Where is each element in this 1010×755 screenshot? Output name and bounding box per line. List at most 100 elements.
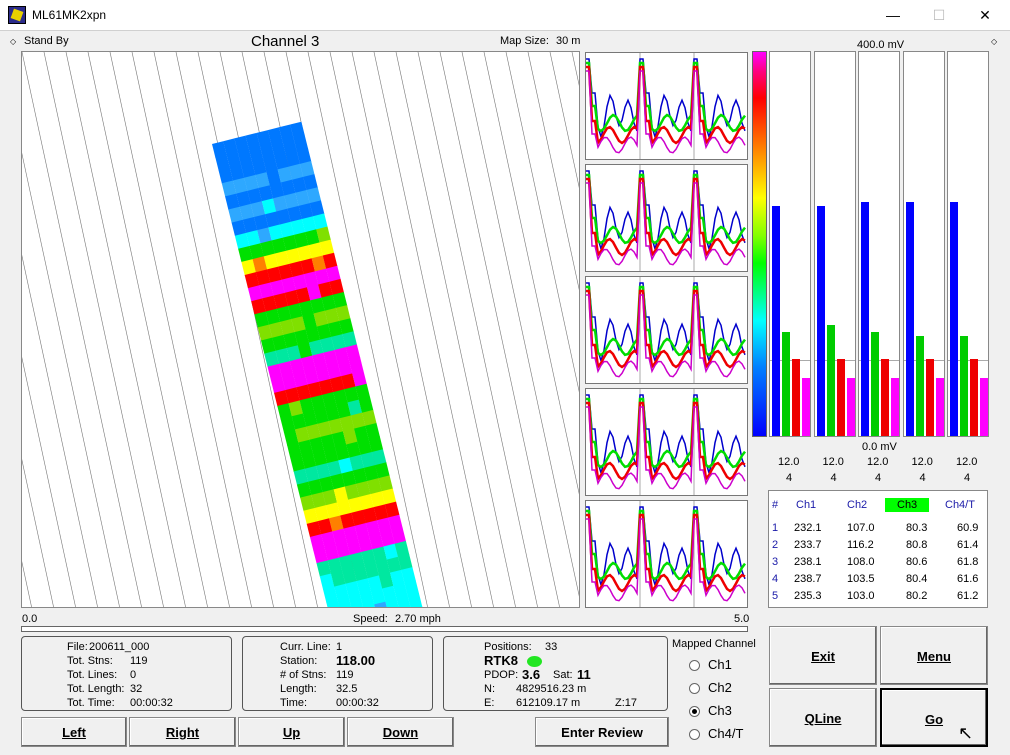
tot-time-label: Tot. Time: (67, 697, 115, 709)
positions-label: Positions: (484, 641, 532, 653)
left-button[interactable]: Left (21, 717, 127, 747)
color-scale-bar (752, 51, 767, 437)
bar-count-label: 4 (919, 472, 926, 484)
channel-bar (891, 378, 899, 436)
channel-bar (816, 206, 825, 436)
down-button[interactable]: Down (347, 717, 454, 747)
table-header: Ch3 (885, 498, 930, 512)
enter-review-label: Enter Review (561, 725, 643, 740)
curr-line-label: Curr. Line: (280, 641, 331, 653)
table-cell: 80.4 (906, 573, 928, 585)
map-grid-line (43, 52, 164, 607)
channel-bar (980, 378, 988, 436)
e-label: E: (484, 697, 495, 709)
waveform-plot (585, 388, 748, 496)
mouse-cursor-icon: ↖ (958, 723, 974, 743)
table-cell: 61.8 (957, 556, 979, 568)
corner-marker-icon: ◇ (991, 37, 998, 46)
tot-time-value: 00:00:32 (130, 697, 173, 709)
map-canvas[interactable] (21, 51, 580, 608)
table-cell: 108.0 (847, 556, 875, 568)
tot-length-label: Tot. Length: (67, 683, 125, 695)
mapped-channel-radio[interactable] (689, 729, 700, 740)
curr-line-value: 1 (336, 641, 343, 653)
corner-marker-icon: ◇ (10, 37, 17, 46)
time-label: Time: (280, 697, 308, 709)
mapped-channel-option[interactable]: Ch3 (708, 703, 732, 718)
scale-left: 0.0 (22, 613, 38, 625)
tot-lines-value: 0 (130, 669, 137, 681)
menu-button-label: Menu (917, 649, 951, 664)
up-button-label: Up (282, 725, 301, 740)
mapped-channel-radio[interactable] (689, 706, 700, 717)
table-cell: 61.2 (957, 590, 979, 602)
channel-bar (915, 336, 924, 436)
channel-bar (950, 202, 958, 436)
survey-strip (212, 121, 426, 607)
sat-value: 11 (577, 667, 591, 682)
map-grid-line (109, 52, 230, 607)
table-cell: 3 (772, 556, 779, 568)
map-grid-line (439, 52, 560, 607)
table-header: Ch1 (796, 499, 817, 511)
station-value: 118.00 (336, 653, 376, 668)
close-button[interactable]: ✕ (962, 0, 1008, 31)
gps-info-panel: Positions: 33 RTK8 PDOP: 3.6 Sat: 11 N: … (443, 636, 668, 711)
bar-column (947, 51, 989, 437)
gps-status-indicator (527, 656, 542, 667)
file-label: File: (67, 641, 88, 653)
table-cell: 238.7 (794, 573, 822, 585)
channel-bar (826, 325, 835, 436)
mapped-channel-radio[interactable] (689, 660, 700, 671)
exit-button-label: Exit (811, 649, 835, 664)
waveform-series (586, 394, 746, 476)
minimize-button[interactable]: — (870, 0, 916, 31)
speed-label: Speed: (353, 613, 388, 625)
map-grid-line (549, 52, 579, 189)
table-cell: 80.3 (906, 522, 928, 534)
bar-count-label: 4 (875, 472, 882, 484)
sat-label: Sat: (553, 669, 573, 681)
tot-stns-label: Tot. Stns: (67, 655, 113, 667)
maximize-button[interactable]: ☐ (916, 0, 962, 31)
map-grid-line (22, 561, 32, 607)
mapped-channel-radio[interactable] (689, 683, 700, 694)
qline-button[interactable]: QLine (769, 688, 877, 747)
channel-bar (871, 332, 879, 436)
menu-button[interactable]: Menu (880, 626, 988, 685)
mapped-channel-option[interactable]: Ch1 (708, 657, 732, 672)
mapped-channel-option[interactable]: Ch4/T (708, 726, 743, 741)
waveform-plot (585, 52, 748, 160)
window-title: ML61MK2xpn (32, 8, 107, 22)
channel-bar (836, 359, 845, 436)
num-stns-label: # of Stns: (280, 669, 327, 681)
channel-title: Channel 3 (251, 33, 320, 50)
table-cell: 2 (772, 539, 779, 551)
table-cell: 233.7 (794, 539, 822, 551)
n-value: 4829516.23 m (516, 683, 587, 695)
file-info-panel: File: 200611_000 Tot. Stns: 119 Tot. Lin… (21, 636, 232, 711)
exit-button[interactable]: Exit (769, 626, 877, 685)
waveform-series (586, 518, 746, 602)
channel-bar (881, 359, 889, 436)
waveform-series (586, 182, 746, 266)
waveform-series (586, 58, 746, 140)
up-button[interactable]: Up (238, 717, 345, 747)
waveform-series (586, 282, 746, 364)
bar-range-label: 12.0 (778, 456, 800, 468)
channel-bar (772, 206, 780, 436)
pdop-value: 3.6 (522, 667, 541, 682)
table-header: # (772, 499, 779, 511)
enter-review-button[interactable]: Enter Review (535, 717, 669, 747)
channel-bar (792, 359, 800, 436)
bar-count-label: 4 (830, 472, 837, 484)
length-label: Length: (280, 683, 317, 695)
map-grid-line (527, 52, 579, 291)
mapped-channel-option[interactable]: Ch2 (708, 680, 732, 695)
table-cell: 103.0 (847, 590, 875, 602)
down-button-label: Down (382, 725, 419, 740)
bar-column (813, 51, 856, 437)
right-button[interactable]: Right (129, 717, 236, 747)
n-label: N: (484, 683, 495, 695)
time-value: 00:00:32 (336, 697, 379, 709)
